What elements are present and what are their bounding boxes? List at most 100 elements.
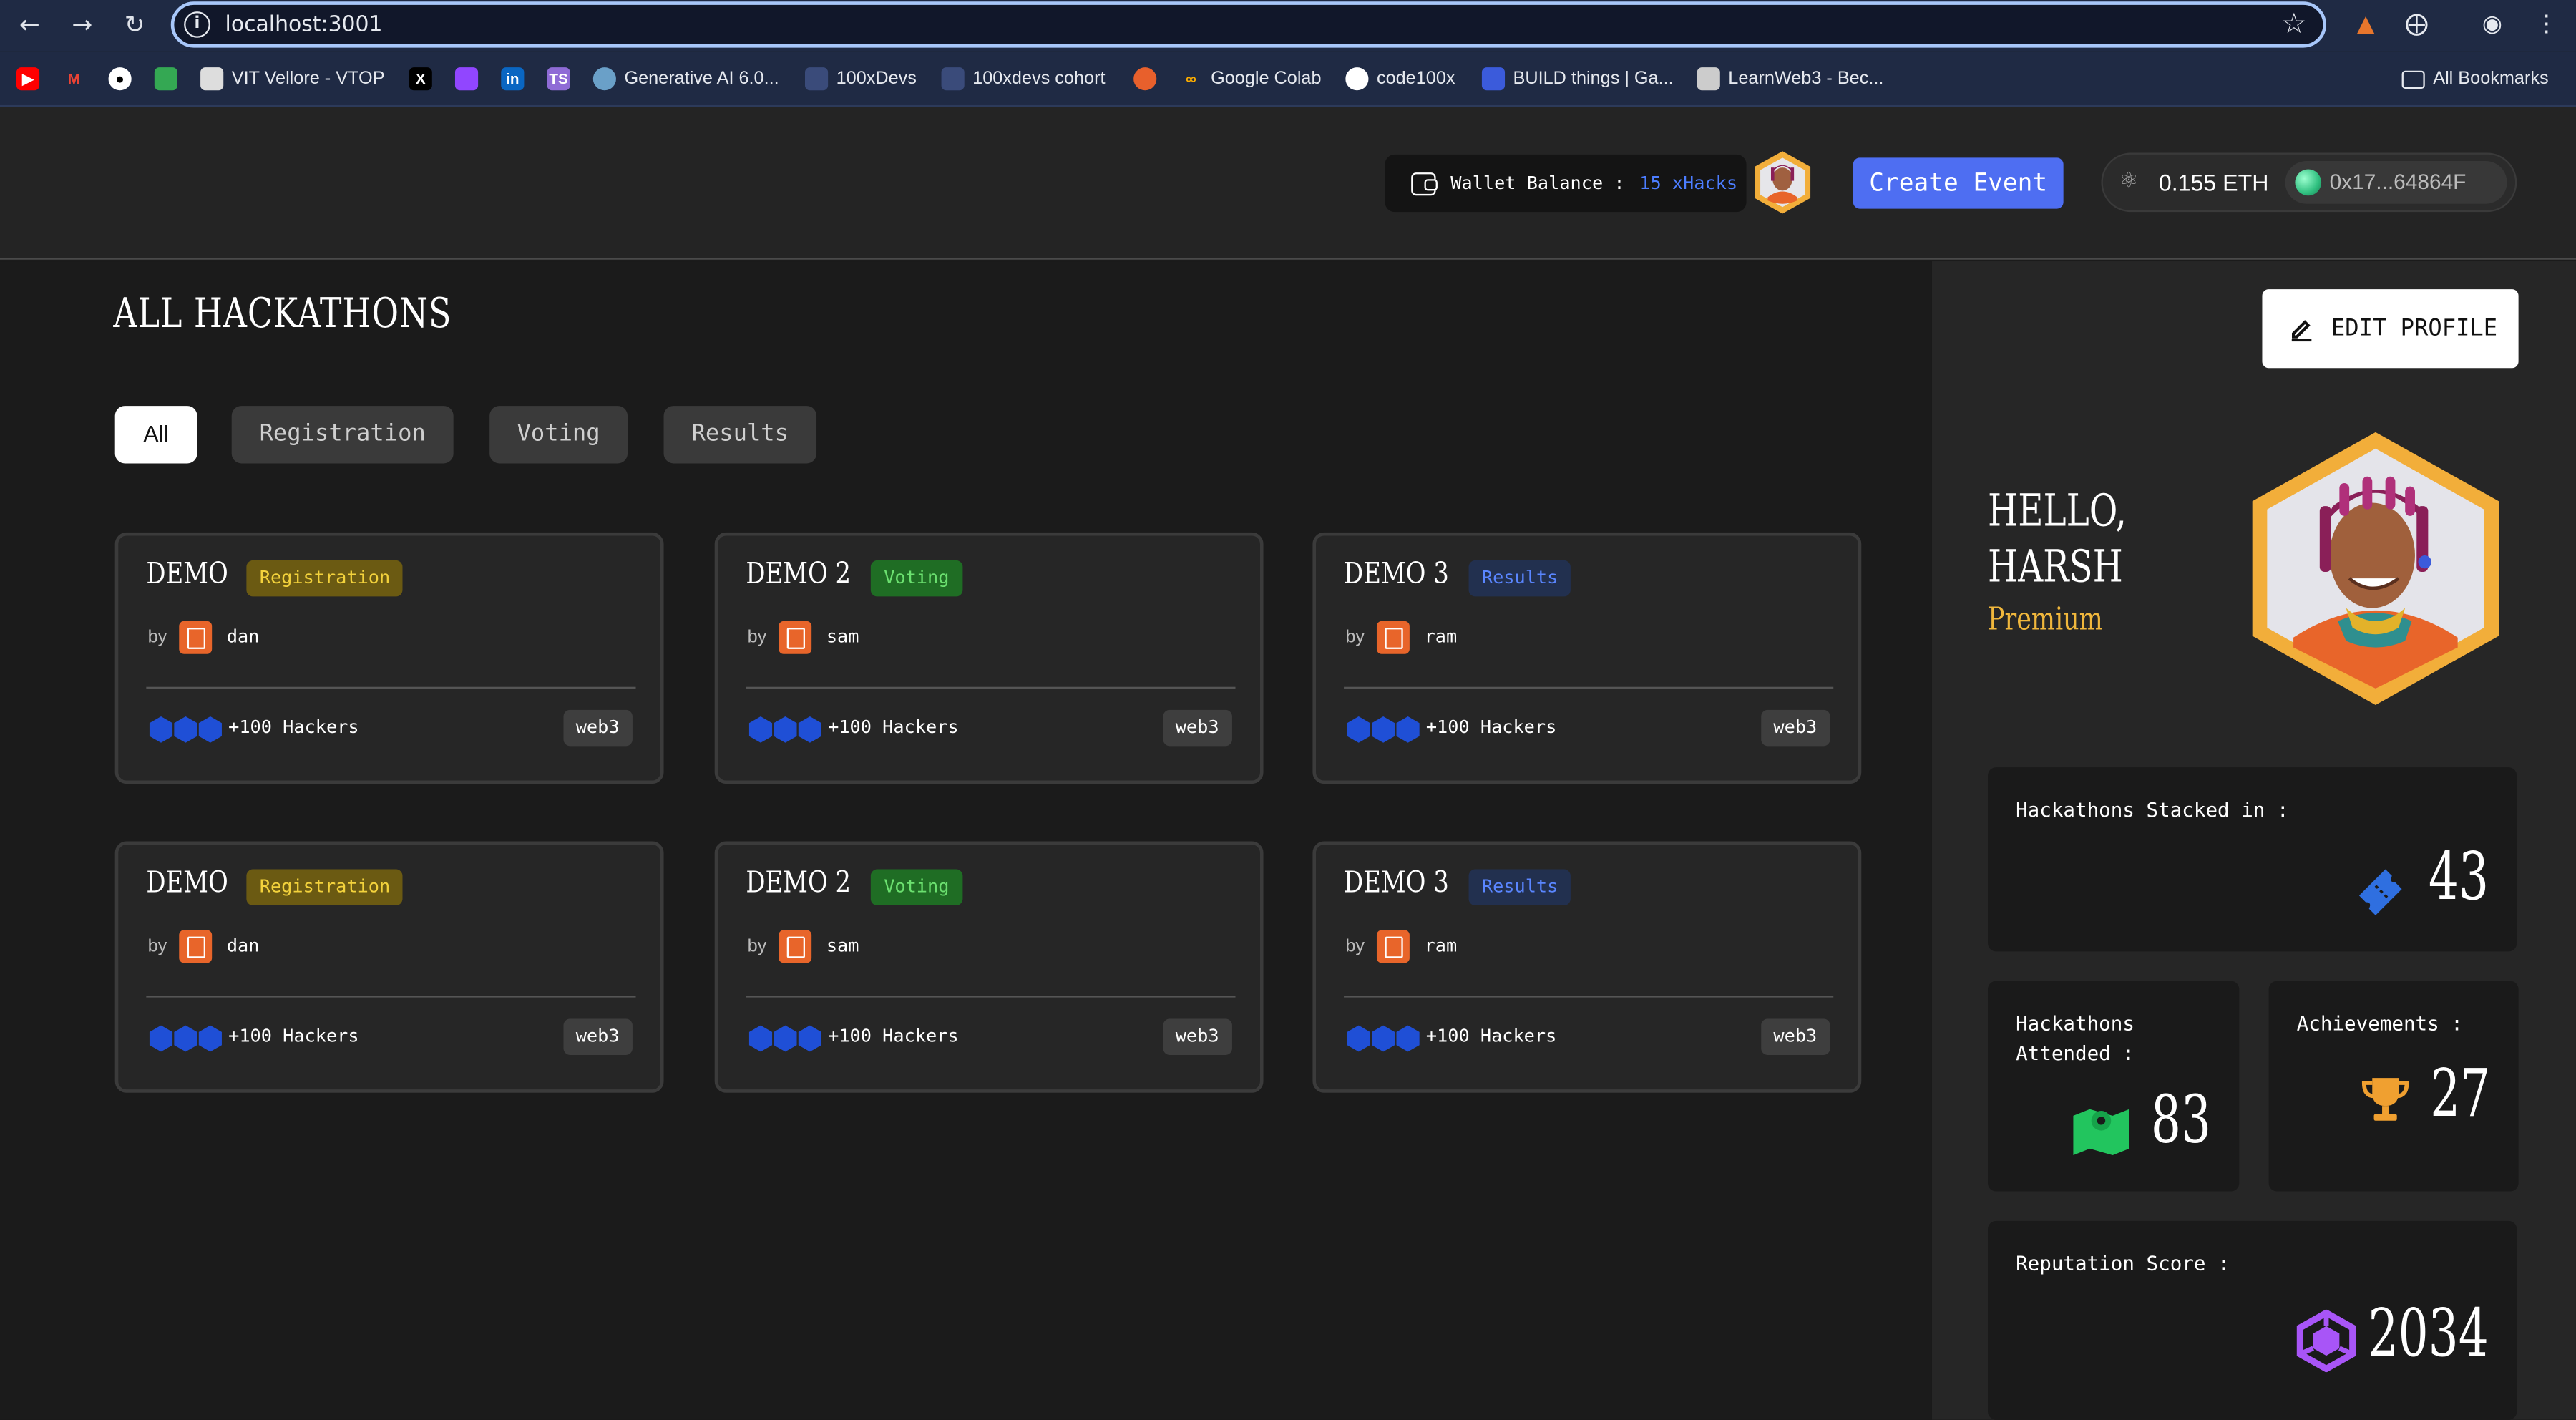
profile-avatar[interactable] — [2248, 427, 2504, 710]
vtop-icon — [200, 67, 224, 91]
account-pill[interactable]: ⚛ 0.155 ETH 0x17...64864F — [2101, 152, 2517, 213]
tag-chip[interactable]: web3 — [562, 1018, 633, 1055]
bookmark-youtube[interactable]: ▶ — [16, 66, 40, 92]
bookmark-gmail[interactable]: M — [62, 66, 85, 92]
bookmark-x[interactable]: X — [409, 66, 432, 92]
bookmark-100xdevs[interactable]: 100xDevs — [804, 66, 917, 92]
bookmark-recall[interactable] — [1133, 66, 1157, 92]
bookmark-learnweb3[interactable]: LearnWeb3 - Bec... — [1697, 66, 1884, 92]
tag-chip[interactable]: web3 — [1760, 709, 1830, 747]
organizer-name: dan — [226, 626, 260, 648]
edit-profile-label: EDIT PROFILE — [2331, 315, 2498, 342]
tab-registration[interactable]: Registration — [231, 406, 454, 464]
card-title: DEMO — [146, 865, 228, 901]
bookmark-label: LearnWeb3 - Bec... — [1728, 69, 1884, 89]
bookmark-twitch[interactable] — [454, 66, 479, 92]
tab-results[interactable]: Results — [663, 406, 817, 464]
tag-chip[interactable]: web3 — [562, 709, 633, 747]
organizer-by-label: by — [747, 936, 767, 957]
card-divider — [1344, 686, 1834, 689]
bookmark-100xdevs-cohort[interactable]: 100xdevs cohort — [941, 66, 1106, 92]
tag-chip[interactable]: web3 — [1760, 1018, 1830, 1055]
forward-arrow-icon[interactable]: → — [66, 8, 99, 41]
bookmarks-bar: ▶ M ● VIT Vellore - VTOP X in TS Generat… — [0, 51, 2576, 107]
bookmark-code100x[interactable]: code100x — [1345, 66, 1455, 92]
bookmark-classroom[interactable] — [154, 66, 177, 92]
site-info-icon[interactable]: i — [184, 11, 210, 38]
status-badge: Results — [1468, 869, 1571, 906]
organizer-by-label: by — [1345, 936, 1365, 957]
url-text: localhost:3001 — [225, 13, 383, 38]
organizer-building-icon — [179, 930, 213, 963]
genai-icon — [592, 67, 616, 91]
twitch-icon — [454, 67, 479, 91]
learnweb3-icon — [1697, 67, 1720, 91]
reputation-icon — [2296, 1309, 2356, 1373]
bookmark-label: BUILD things | Ga... — [1513, 69, 1674, 89]
github-icon — [1345, 67, 1369, 91]
organizer-by-label: by — [747, 628, 767, 648]
hackathon-card[interactable]: DEMO 2 Voting by sam +100 Hackers web3 — [714, 841, 1264, 1093]
hackathon-card[interactable]: DEMO Registration by dan +100 Hackers web3 — [114, 841, 664, 1093]
hackathon-card[interactable]: DEMO 2 Voting by sam +100 Hackers web3 — [714, 532, 1264, 784]
stat-achievements-label: Achievements : — [2296, 1012, 2463, 1036]
organizer-name: dan — [226, 935, 260, 957]
back-arrow-icon[interactable]: ← — [13, 8, 46, 41]
organizer-by-label: by — [147, 936, 167, 957]
edit-profile-button[interactable]: EDIT PROFILE — [2262, 289, 2519, 369]
tag-chip[interactable]: web3 — [1162, 709, 1232, 747]
organizer-name: sam — [826, 935, 859, 957]
tab-all[interactable]: All — [114, 406, 197, 464]
metamask-icon[interactable]: ▲ — [2349, 8, 2382, 41]
header-avatar[interactable] — [1750, 150, 1815, 215]
organizer-building-icon — [1376, 930, 1410, 963]
hackers-count: +100 Hackers — [1425, 1025, 1557, 1047]
organizer-building-icon — [779, 930, 812, 963]
hackathon-card[interactable]: DEMO Registration by dan +100 Hackers web3 — [114, 532, 664, 784]
stat-achievements-value: 27 — [2430, 1056, 2491, 1132]
map-icon — [2073, 1109, 2129, 1156]
membership-tier: Premium — [1988, 601, 2103, 638]
all-bookmarks-folder[interactable]: All Bookmarks — [2401, 66, 2549, 92]
menu-kebab-icon[interactable]: ⋮ — [2530, 8, 2563, 41]
bookmark-label: 100xdevs cohort — [972, 69, 1106, 89]
organizer-building-icon — [779, 621, 812, 654]
pencil-icon — [2291, 320, 2312, 342]
account-avatar-icon — [2295, 169, 2322, 196]
bookmark-genai[interactable]: Generative AI 6.0... — [592, 66, 779, 92]
bookmark-colab[interactable]: ∞ Google Colab — [1179, 66, 1321, 92]
status-badge: Results — [1468, 560, 1571, 597]
stat-stacked: Hackathons Stacked in : 43 — [1988, 767, 2517, 952]
address-bar[interactable]: i localhost:3001 ☆ — [170, 1, 2326, 48]
profile-icon[interactable]: ◉ — [2476, 8, 2509, 41]
bookmark-build[interactable]: BUILD things | Ga... — [1481, 66, 1674, 92]
tab-voting[interactable]: Voting — [489, 406, 628, 464]
card-divider — [146, 996, 636, 998]
bookmark-linkedin[interactable]: in — [501, 66, 525, 92]
bookmark-star-icon[interactable]: ☆ — [2281, 8, 2306, 41]
bookmark-ts[interactable]: TS — [547, 66, 570, 92]
card-divider — [1344, 996, 1834, 998]
bookmark-vtop[interactable]: VIT Vellore - VTOP — [200, 66, 385, 92]
create-event-button[interactable]: Create Event — [1853, 157, 2064, 209]
hacker-avatars-icon — [748, 716, 821, 743]
organizer-building-icon — [1376, 621, 1410, 654]
wallet-amount: 15 xHacks — [1639, 172, 1738, 194]
100xdevs-icon — [941, 67, 965, 91]
browser-toolbar: ← → ↻ i localhost:3001 ☆ ▲ ⨁ ◉ ⋮ — [0, 0, 2576, 52]
stat-attended: Hackathons Attended : 83 — [1988, 981, 2240, 1192]
address-chip[interactable]: 0x17...64864F — [2285, 160, 2507, 204]
extensions-icon[interactable]: ⨁ — [2400, 8, 2433, 41]
stat-reputation: Reputation Score : 2034 — [1988, 1220, 2517, 1420]
hacker-avatars-icon — [1347, 1025, 1420, 1052]
ticket-icon — [2358, 869, 2402, 915]
profile-sidebar: EDIT PROFILE HELLO, HARSH Premium Hackat… — [1931, 261, 2576, 1420]
hackathon-card[interactable]: DEMO 3 Results by ram +100 Hackers web3 — [1312, 532, 1862, 784]
classroom-icon — [154, 67, 177, 91]
reload-icon[interactable]: ↻ — [118, 8, 151, 41]
tag-chip[interactable]: web3 — [1162, 1018, 1232, 1055]
bookmark-github[interactable]: ● — [108, 66, 132, 92]
status-badge: Voting — [870, 869, 962, 906]
organizer-name: ram — [1424, 935, 1458, 957]
hackathon-card[interactable]: DEMO 3 Results by ram +100 Hackers web3 — [1312, 841, 1862, 1093]
